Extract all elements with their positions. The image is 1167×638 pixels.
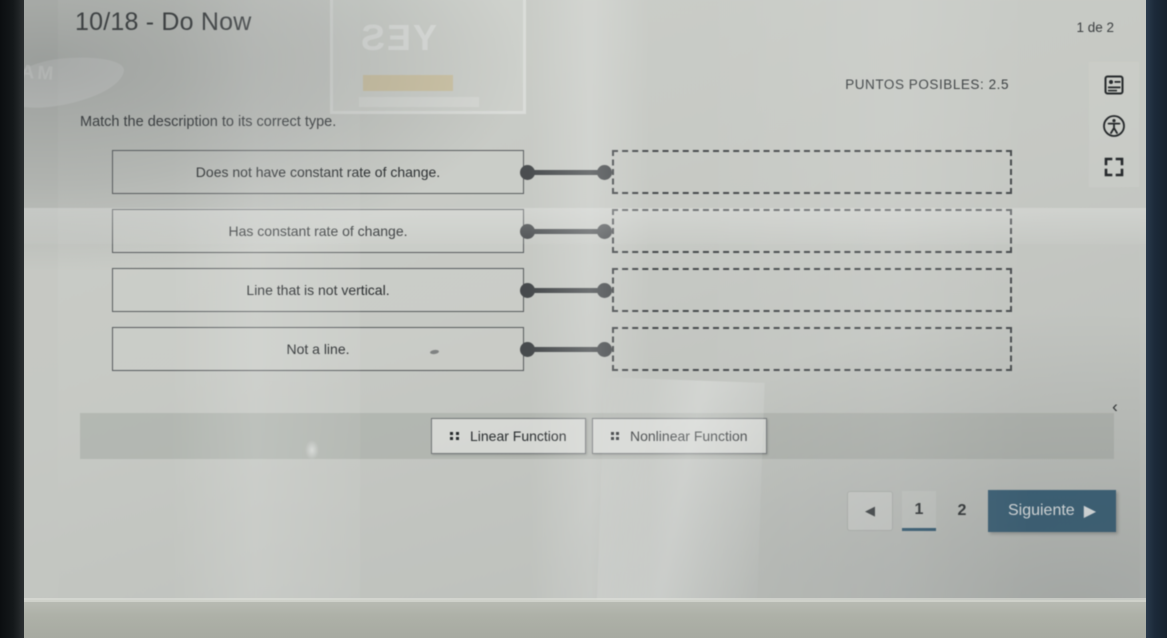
connector-line <box>520 150 612 194</box>
answer-token-linear[interactable]: Linear Function <box>431 418 586 454</box>
match-row: Has constant rate of change. <box>58 209 1140 268</box>
next-button[interactable]: Siguiente ▶ <box>987 490 1116 532</box>
points-possible: PUNTOS POSIBLES: 2.5 <box>845 77 1009 92</box>
desk-surface <box>22 600 1146 638</box>
connector-line <box>520 209 612 253</box>
drag-handle-icon <box>450 431 459 441</box>
page-title: 10/18 - Do Now <box>75 8 252 36</box>
answer-token-list: Linear Function Nonlinear Function <box>58 418 1140 454</box>
bezel-right <box>1146 0 1167 638</box>
match-row: Line that is not vertical. <box>58 268 1140 327</box>
description-box[interactable]: Not a line. <box>112 327 524 371</box>
desk-edge <box>22 598 1146 602</box>
previous-page-button[interactable]: ◀ <box>846 491 893 531</box>
answer-token-label: Linear Function <box>469 428 567 444</box>
page-number-1[interactable]: 1 <box>901 491 936 531</box>
description-box[interactable]: Line that is not vertical. <box>112 268 524 312</box>
description-box[interactable]: Has constant rate of change. <box>112 209 524 253</box>
accessibility-icon[interactable] <box>1101 113 1127 139</box>
drop-zone[interactable] <box>612 327 1012 371</box>
matching-area: Does not have constant rate of change. H… <box>58 150 1140 386</box>
question-prompt: Match the description to its correct typ… <box>80 114 337 130</box>
drag-handle-icon <box>610 431 619 441</box>
quiz-page: 10/18 - Do Now 1 de 2 PUNTOS POSIBLES: 2… <box>58 0 1140 600</box>
description-box[interactable]: Does not have constant rate of change. <box>112 150 524 194</box>
pagination: ◀ 1 2 Siguiente ▶ <box>846 490 1116 532</box>
match-row: Does not have constant rate of change. <box>58 150 1140 209</box>
answer-token-nonlinear[interactable]: Nonlinear Function <box>591 418 767 454</box>
photo-of-screen: 10/18 - Do Now 1 de 2 PUNTOS POSIBLES: 2… <box>0 0 1167 638</box>
bezel-left <box>0 0 24 638</box>
chevron-right-icon: ▶ <box>1083 503 1096 520</box>
drop-zone[interactable] <box>612 150 1012 194</box>
connector-line <box>520 268 612 312</box>
reference-sheet-icon[interactable] <box>1101 72 1127 98</box>
next-button-label: Siguiente <box>1007 502 1075 519</box>
drop-zone[interactable] <box>612 268 1012 312</box>
monitor-screen: 10/18 - Do Now 1 de 2 PUNTOS POSIBLES: 2… <box>22 0 1148 638</box>
page-number-2[interactable]: 2 <box>945 491 979 531</box>
page-counter: 1 de 2 <box>1076 20 1114 35</box>
connector-line <box>520 327 612 371</box>
answer-token-label: Nonlinear Function <box>630 428 748 444</box>
drop-zone[interactable] <box>612 209 1012 253</box>
match-row: Not a line. <box>58 327 1140 386</box>
